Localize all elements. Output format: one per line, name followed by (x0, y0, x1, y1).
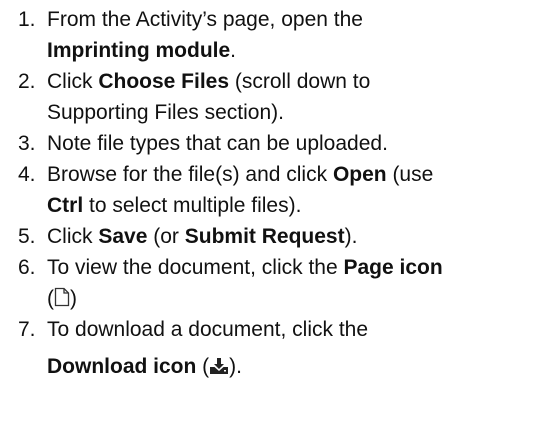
step-number: 3. (18, 132, 36, 155)
step-bold-text: Choose Files (98, 70, 230, 93)
step-text: ( (196, 355, 210, 378)
step-6: 6. To view the document, click the Page … (0, 252, 554, 314)
step-text: ). (229, 355, 242, 378)
step-number: 1. (18, 8, 36, 31)
step-text: (or (147, 225, 185, 248)
step-text: Note file types that can be uploaded. (47, 132, 388, 155)
step-text: From the Activity’s page, open the (47, 8, 363, 31)
step-text: to select multiple files). (83, 194, 302, 217)
step-5: 5. Click Save (or Submit Request). (0, 221, 554, 252)
step-text: (use (386, 163, 434, 186)
step-bold-text: Download icon (47, 355, 197, 378)
step-bold-text: Imprinting module (47, 39, 231, 62)
step-text: Supporting Files section). (47, 101, 284, 124)
step-bold-text: Save (98, 225, 148, 248)
step-number: 2. (18, 70, 36, 93)
step-text: Click (47, 225, 99, 248)
page-icon (54, 287, 70, 307)
step-text: Browse for the file(s) and click (47, 163, 333, 186)
step-bold-text: Ctrl (47, 194, 84, 217)
step-number: 4. (18, 163, 36, 186)
step-number: 6. (18, 256, 36, 279)
step-text: To view the document, click the (47, 256, 344, 279)
step-number: 7. (18, 318, 36, 341)
step-3: 3. Note file types that can be uploaded. (0, 128, 554, 159)
instructions-document: 1. From the Activity’s page, open the Im… (0, 0, 554, 442)
download-icon (210, 358, 229, 374)
step-4: 4. Browse for the file(s) and click Open… (0, 159, 554, 221)
step-text: Click (47, 70, 99, 93)
step-bold-text: Open (332, 163, 387, 186)
step-text: (scroll down to (229, 70, 371, 93)
step-bold-text: Submit Request (184, 225, 345, 248)
step-7: 7. To download a document, click the Dow… (0, 314, 554, 382)
step-text: . (230, 39, 236, 62)
step-text: ) (70, 287, 77, 310)
step-text: ). (344, 225, 358, 248)
step-text: ( (47, 287, 54, 310)
step-number: 5. (18, 225, 36, 248)
step-text: To download a document, click the (47, 318, 369, 341)
step-bold-text: Page icon (343, 256, 443, 279)
step-2: 2. Click Choose Files (scroll down to Su… (0, 66, 554, 128)
steps-list: 1. From the Activity’s page, open the Im… (0, 4, 554, 382)
step-1: 1. From the Activity’s page, open the Im… (0, 4, 554, 66)
